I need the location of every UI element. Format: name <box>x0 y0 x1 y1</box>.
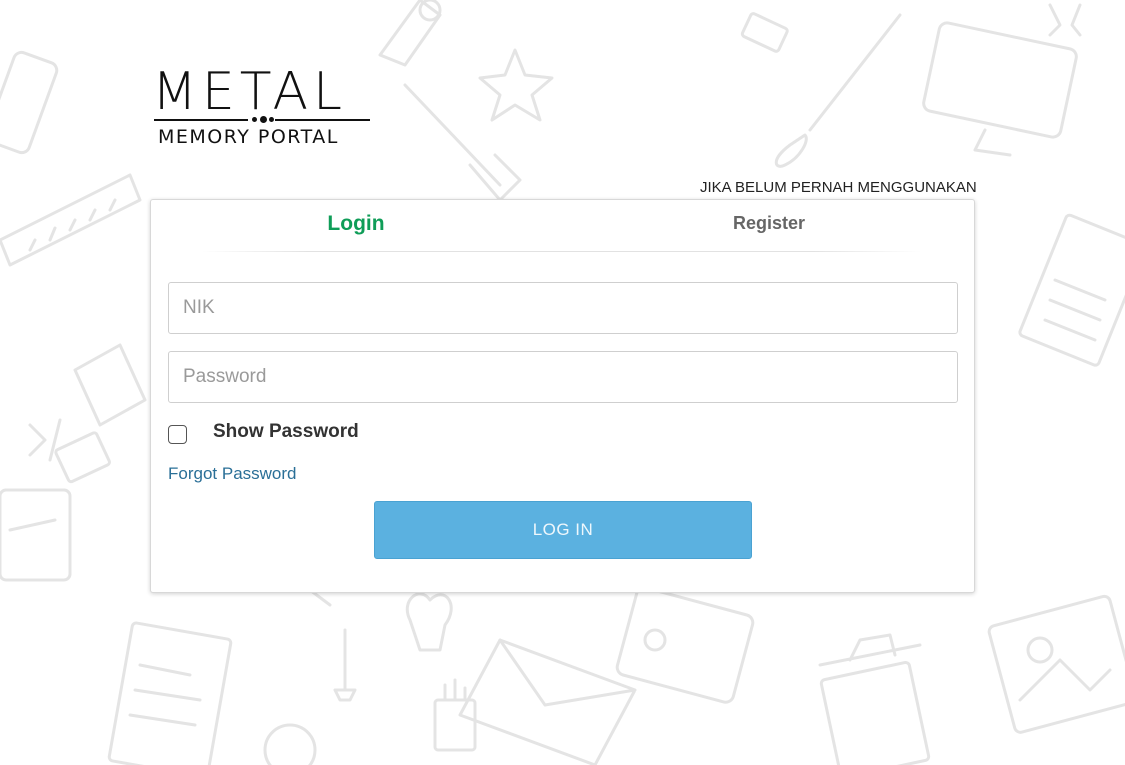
forgot-password-link[interactable]: Forgot Password <box>168 464 297 484</box>
logo-rule-left <box>154 119 248 121</box>
tab-register[interactable]: Register <box>719 213 819 243</box>
metal-memory-portal-logo: METAL MEMORY PORTAL <box>152 62 372 152</box>
tab-divider <box>201 251 921 252</box>
login-card: Login Register Show Password Forgot Pass… <box>150 199 975 593</box>
nik-input[interactable] <box>168 282 958 334</box>
show-password-checkbox[interactable] <box>168 425 187 444</box>
logo-rule-right <box>275 119 370 121</box>
logo-subtitle: MEMORY PORTAL <box>158 126 339 148</box>
logo-wordmark: METAL <box>152 62 347 122</box>
logo-dots <box>252 115 274 125</box>
login-button[interactable]: LOG IN <box>374 501 752 559</box>
show-password-label: Show Password <box>213 421 359 442</box>
password-input[interactable] <box>168 351 958 403</box>
auth-tabs: Login Register <box>151 200 974 252</box>
tab-login[interactable]: Login <box>311 212 401 242</box>
register-notice: JIKA BELUM PERNAH MENGGUNAKAN <box>700 179 976 196</box>
